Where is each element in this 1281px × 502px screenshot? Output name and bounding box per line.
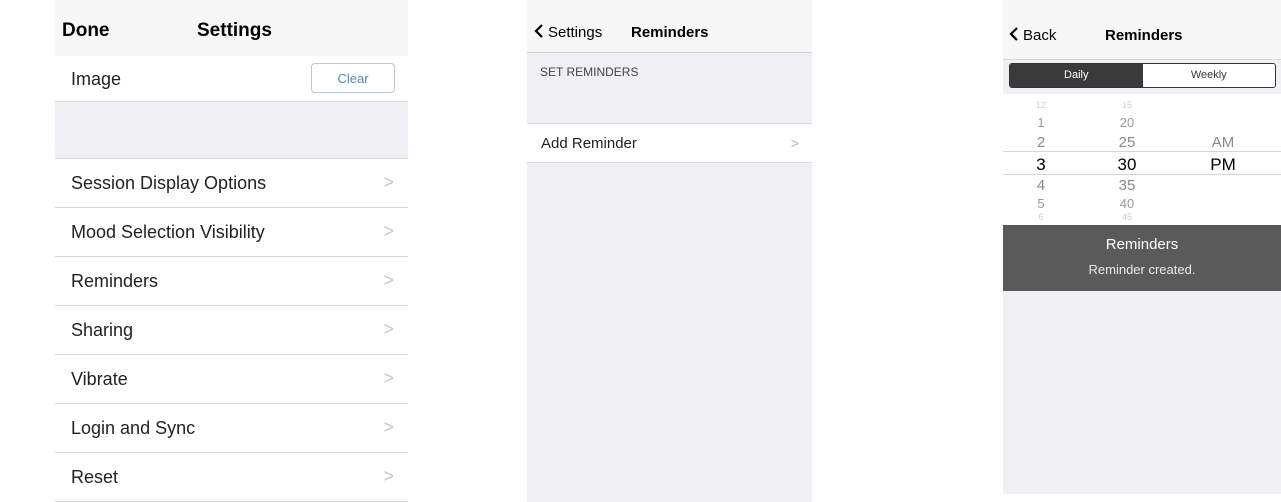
minute-option: 25 (1118, 134, 1136, 151)
frequency-segmented-control: Daily Weekly (1009, 63, 1276, 88)
chevron-right-icon: > (383, 319, 394, 339)
hour-option: 4 (1036, 177, 1046, 194)
settings-item-session-display-options[interactable]: Session Display Options > (55, 159, 408, 208)
chevron-right-icon: > (383, 270, 394, 290)
hour-option: 5 (1037, 196, 1045, 211)
toast-title: Reminders (1105, 236, 1179, 253)
hour-option: 6 (1038, 212, 1044, 222)
settings-item-label: Reset (71, 467, 119, 487)
settings-item-reminders[interactable]: Reminders > (55, 257, 408, 306)
chevron-right-icon: > (790, 135, 799, 151)
settings-item-label: Vibrate (71, 369, 128, 389)
settings-item-label: Reminders (71, 271, 159, 291)
reminder-picker-screen: Back Reminders Daily Weekly 12 1 2 3 4 5 6 15 2… (1003, 0, 1281, 494)
minute-option: 40 (1119, 196, 1135, 211)
section-spacer (55, 102, 408, 159)
toast-notification: Reminders Reminder created. (1003, 225, 1281, 291)
page-title: Reminders (1105, 27, 1183, 44)
settings-item-login-and-sync[interactable]: Login and Sync > (55, 404, 408, 453)
settings-nav-bar: Done Settings (55, 0, 408, 57)
toast-message: Reminder created. (1088, 262, 1196, 277)
hour-option: 3 (1036, 155, 1046, 174)
hour-option: 12 (1035, 100, 1046, 110)
add-reminder-label: Add Reminder (541, 135, 637, 152)
chevron-left-icon (1009, 27, 1018, 41)
clear-button[interactable]: Clear (311, 63, 395, 93)
add-reminder-row[interactable]: Add Reminder > (527, 123, 812, 163)
minute-option: 35 (1118, 177, 1136, 194)
done-button[interactable]: Done (62, 20, 110, 42)
reminders-nav-bar: Settings Reminders (527, 0, 812, 53)
image-label: Image (71, 69, 122, 89)
settings-item-mood-selection-visibility[interactable]: Mood Selection Visibility > (55, 208, 408, 257)
minute-option: 15 (1121, 100, 1132, 110)
hour-option: 1 (1037, 115, 1045, 130)
back-button-label: Back (1023, 27, 1057, 44)
back-button[interactable]: Settings (534, 24, 602, 41)
settings-screen: Done Settings Image Clear Session Displa… (55, 0, 408, 502)
chevron-right-icon: > (383, 417, 394, 437)
minute-option: 30 (1117, 155, 1137, 174)
chevron-right-icon: > (383, 172, 394, 192)
section-header: SET REMINDERS (540, 65, 639, 79)
minute-option: 45 (1121, 212, 1132, 222)
settings-item-vibrate[interactable]: Vibrate > (55, 355, 408, 404)
time-picker[interactable]: 12 1 2 3 4 5 6 15 20 25 30 35 40 45 AM PM (1003, 94, 1281, 225)
chevron-right-icon: > (383, 368, 394, 388)
settings-item-label: Sharing (71, 320, 134, 340)
settings-list: Session Display Options > Mood Selection… (55, 159, 408, 502)
settings-item-label: Mood Selection Visibility (71, 222, 265, 242)
back-button[interactable]: Back (1009, 27, 1056, 44)
chevron-right-icon: > (383, 466, 394, 486)
page-title: Reminders (631, 24, 709, 41)
picker-nav-bar: Back Reminders (1003, 0, 1281, 60)
chevron-right-icon: > (383, 221, 394, 241)
ampm-option: AM (1211, 134, 1235, 151)
settings-item-label: Login and Sync (71, 418, 196, 438)
chevron-left-icon (534, 24, 543, 38)
reminders-screen: Settings Reminders SET REMINDERS Add Rem… (527, 0, 812, 502)
ampm-option: PM (1210, 155, 1236, 174)
settings-item-label: Session Display Options (71, 173, 267, 193)
frequency-segment-area: Daily Weekly (1003, 60, 1281, 92)
segment-weekly[interactable]: Weekly (1142, 64, 1275, 87)
page-title: Settings (197, 20, 272, 41)
hour-option: 2 (1036, 134, 1046, 151)
image-row: Image Clear (55, 56, 408, 102)
minute-option: 20 (1119, 115, 1135, 130)
segment-daily[interactable]: Daily (1010, 64, 1143, 87)
settings-item-reset[interactable]: Reset > (55, 453, 408, 502)
settings-item-sharing[interactable]: Sharing > (55, 306, 408, 355)
back-button-label: Settings (548, 24, 603, 41)
